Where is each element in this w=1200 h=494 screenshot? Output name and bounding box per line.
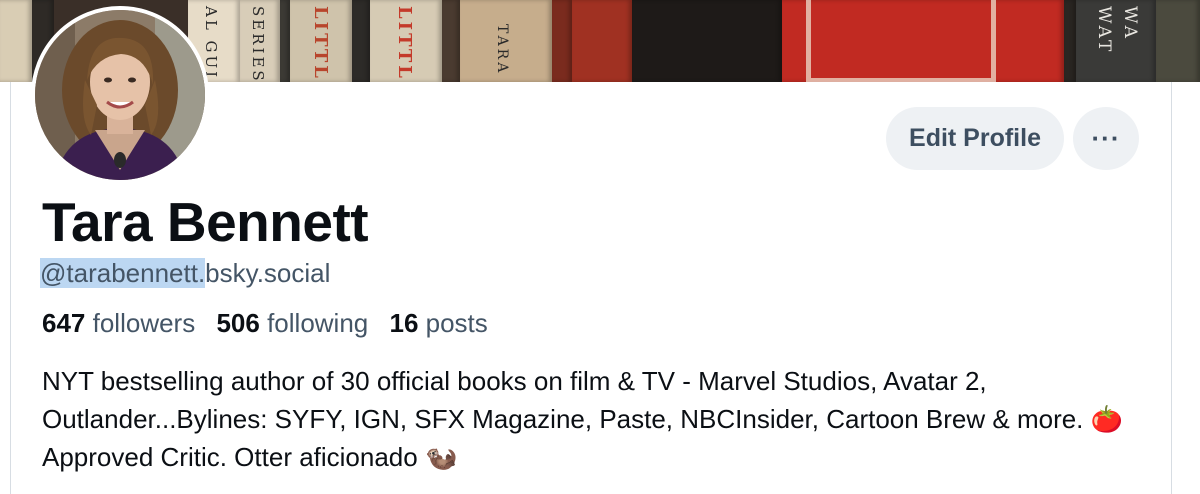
posts-count-display: 16 posts — [389, 308, 487, 338]
book-spine — [1156, 0, 1200, 82]
spine-text: SERIES — [249, 6, 267, 82]
book-spine — [352, 0, 370, 82]
spine-text: WA — [1120, 6, 1140, 41]
book-spine: LITTL — [290, 0, 352, 82]
more-options-button[interactable]: ··· — [1073, 107, 1139, 170]
spine-logo — [806, 0, 996, 82]
book-spine — [1064, 0, 1076, 82]
book-spine — [782, 0, 1064, 82]
following-label: following — [267, 308, 369, 338]
book-spine — [442, 0, 460, 82]
book-spine: TARA — [460, 0, 552, 82]
followers-count: 647 — [42, 308, 86, 338]
otter-emoji: 🦦 — [424, 442, 458, 472]
spine-text: TARA — [494, 24, 510, 76]
book-spine — [552, 0, 572, 82]
book-spine: SERIES — [240, 0, 280, 82]
spine-text: LITTL — [394, 6, 415, 81]
book-spine: WAT WA — [1076, 0, 1156, 82]
book-spine: LITTL — [370, 0, 442, 82]
profile-bio: NYT bestselling author of 30 official bo… — [42, 362, 1152, 476]
tomato-emoji: 🍅 — [1090, 404, 1124, 434]
spine-text: WAT — [1094, 6, 1114, 55]
bio-text: Approved Critic. Otter aficionado — [42, 442, 425, 472]
display-name: Tara Bennett — [42, 191, 369, 253]
following-link[interactable]: 506 following — [216, 308, 368, 338]
spine-text: LITTL — [310, 6, 331, 81]
handle-selected-text: @tarabennett. — [40, 258, 206, 288]
profile-handle: @tarabennett.bsky.social — [40, 254, 330, 292]
posts-label: posts — [425, 308, 488, 338]
edit-profile-button[interactable]: Edit Profile — [886, 107, 1064, 170]
handle-domain: bsky.social — [205, 258, 331, 288]
following-count: 506 — [216, 308, 260, 338]
profile-stats: 647 followers 506 following 16 posts — [42, 304, 502, 342]
ellipsis-icon: ··· — [1091, 123, 1121, 153]
book-spine — [280, 0, 290, 82]
followers-label: followers — [92, 308, 196, 338]
followers-link[interactable]: 647 followers — [42, 308, 195, 338]
avatar[interactable] — [31, 6, 209, 184]
profile-page: AL GUI SERIES LITTL LITTL TARA WAT WA Ed… — [0, 0, 1200, 494]
book-spine — [632, 0, 782, 82]
avatar-photo — [35, 10, 205, 180]
bio-text: NYT bestselling author of 30 official bo… — [42, 366, 1091, 434]
posts-count: 16 — [389, 308, 419, 338]
book-spine — [0, 0, 32, 82]
book-spine — [572, 0, 632, 82]
